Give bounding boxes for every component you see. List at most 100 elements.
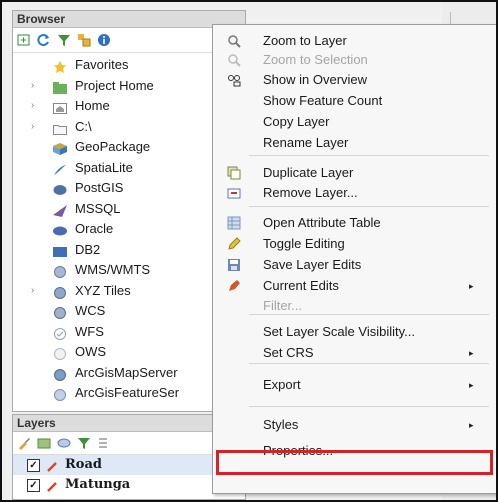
browser-item-arcgismapserver[interactable]: ArcGisMapServer	[13, 363, 245, 384]
menu-item-label: Save Layer Edits	[263, 257, 362, 272]
expand-arrow-icon[interactable]: ›	[31, 96, 34, 117]
refresh-icon[interactable]	[37, 33, 51, 47]
menu-item-open-attribute-table[interactable]: Open Attribute Table	[213, 213, 496, 233]
browser-item-wcs[interactable]: WCS	[13, 301, 245, 322]
line-layer-icon	[47, 479, 57, 492]
menu-item-set-crs[interactable]: Set CRS ▸	[213, 343, 496, 363]
layer-visibility-checkbox[interactable]: ✓	[27, 479, 40, 492]
browser-item-mssql[interactable]: MSSQL	[13, 199, 245, 220]
browser-item-oracle[interactable]: Oracle	[13, 219, 245, 240]
browser-item-xyz-tiles[interactable]: › XYZ Tiles	[13, 281, 245, 302]
menu-item-show-in-overview[interactable]: Show in Overview	[213, 70, 496, 90]
browser-item-favorites[interactable]: Favorites	[13, 55, 245, 76]
browser-item-postgis[interactable]: PostGIS	[13, 178, 245, 199]
menu-item-show-feature-count[interactable]: Show Feature Count	[213, 91, 496, 111]
menu-item-label: Filter...	[263, 298, 303, 313]
browser-item-label: WCS	[75, 303, 106, 318]
geopackage-icon	[53, 141, 67, 155]
postgis-icon	[53, 182, 67, 195]
menu-item-styles[interactable]: Styles ▸	[213, 415, 496, 435]
style-brush-icon[interactable]	[17, 436, 31, 450]
oracle-icon	[53, 223, 67, 236]
manage-map-themes-icon[interactable]	[57, 436, 71, 450]
menu-item-label: Current Edits	[263, 278, 339, 293]
browser-item-ows[interactable]: OWS	[13, 342, 245, 363]
filter-icon[interactable]	[57, 33, 71, 47]
xyz-tiles-icon	[53, 285, 67, 299]
properties-highlight-box	[216, 450, 493, 475]
menu-item-label: Export	[263, 377, 301, 392]
layer-visibility-checkbox[interactable]: ✓	[27, 459, 40, 472]
zoom-layer-icon	[227, 34, 241, 48]
browser-item-geopackage[interactable]: GeoPackage	[13, 137, 245, 158]
menu-item-label: Zoom to Selection	[263, 52, 368, 67]
browser-item-wfs[interactable]: WFS	[13, 322, 245, 343]
menu-item-set-layer-scale-visibility[interactable]: Set Layer Scale Visibility...	[213, 322, 496, 342]
menu-item-copy-layer[interactable]: Copy Layer	[213, 112, 496, 132]
add-group-icon[interactable]	[37, 436, 51, 450]
menu-item-label: Open Attribute Table	[263, 215, 381, 230]
menu-item-label: Show Feature Count	[263, 93, 383, 108]
browser-item-label: MSSQL	[75, 200, 121, 216]
expand-arrow-icon[interactable]: ›	[31, 117, 34, 138]
ows-icon	[53, 346, 67, 360]
save-icon	[227, 258, 241, 272]
menu-item-rename-layer[interactable]: Rename Layer	[213, 133, 496, 153]
menu-item-label: Set Layer Scale Visibility...	[263, 324, 415, 339]
browser-item-label: Favorites	[75, 57, 129, 72]
layer-item-label: Matunga	[65, 477, 131, 492]
browser-item-label: PostGIS	[75, 180, 124, 195]
menu-item-export[interactable]: Export ▸	[213, 375, 496, 395]
menu-item-current-edits[interactable]: Current Edits ▸	[213, 276, 496, 296]
add-selected-icon[interactable]	[17, 33, 31, 47]
arcgis-feature-icon	[53, 387, 67, 401]
layer-item-road[interactable]: ✓ Road	[13, 455, 245, 475]
menu-item-duplicate-layer[interactable]: Duplicate Layer	[213, 163, 496, 183]
menu-item-remove-layer[interactable]: Remove Layer...	[213, 183, 496, 203]
browser-item-label: OWS	[75, 344, 107, 359]
submenu-arrow-icon: ▸	[469, 281, 474, 291]
remove-icon	[227, 186, 241, 200]
menu-item-zoom-to-selection: Zoom to Selection	[213, 50, 496, 70]
expand-arrow-icon[interactable]: ›	[31, 281, 34, 302]
duplicate-icon	[227, 166, 241, 180]
browser-item-arcgisfeatureser[interactable]: ArcGisFeatureSer	[13, 383, 245, 404]
menu-item-save-layer-edits[interactable]: Save Layer Edits	[213, 255, 496, 275]
arcgis-map-icon	[53, 367, 67, 381]
browser-item-spatialite[interactable]: SpatiaLite	[13, 158, 245, 179]
layers-panel-title: Layers	[13, 415, 245, 432]
expand-arrow-icon[interactable]: ›	[31, 76, 34, 97]
filter-legend-icon[interactable]	[97, 436, 111, 450]
browser-item-home[interactable]: › Home	[13, 96, 245, 117]
layers-panel: Layers ✓ Road ✓ Matunga	[12, 414, 246, 500]
browser-item-label: Project Home	[75, 77, 154, 93]
wcs-icon	[53, 305, 67, 319]
browser-item-label: Oracle	[75, 221, 114, 236]
info-icon[interactable]	[97, 33, 111, 47]
browser-item-c[interactable]: › C:\	[13, 117, 245, 138]
edits-icon	[227, 279, 241, 293]
menu-item-label: Zoom to Layer	[263, 33, 347, 48]
menu-item-label: Remove Layer...	[263, 185, 358, 200]
table-icon	[227, 216, 241, 230]
menu-item-label: Styles	[263, 417, 299, 432]
menu-item-label: Toggle Editing	[263, 236, 345, 251]
layer-item-matunga[interactable]: ✓ Matunga	[13, 475, 245, 495]
browser-panel: Browser Favorites › Project Home › Home › C:\ G…	[12, 10, 246, 412]
browser-item-db2[interactable]: DB2	[13, 240, 245, 261]
browser-toolbar	[13, 28, 245, 53]
folder-icon	[53, 121, 67, 135]
menu-item-label: Duplicate Layer	[263, 165, 354, 180]
menu-item-toggle-editing[interactable]: Toggle Editing	[213, 234, 496, 254]
wms-icon	[53, 264, 67, 278]
browser-item-label: DB2	[75, 241, 101, 257]
layer-filter-icon[interactable]	[77, 436, 91, 450]
browser-item-project-home[interactable]: › Project Home	[13, 76, 245, 97]
menu-item-label: Set CRS	[263, 345, 314, 360]
browser-item-label: Home	[75, 98, 110, 113]
collapse-all-icon[interactable]	[77, 33, 91, 47]
star-icon	[53, 59, 67, 73]
submenu-arrow-icon: ▸	[469, 348, 474, 358]
menu-item-zoom-to-layer[interactable]: Zoom to Layer	[213, 31, 496, 51]
browser-item-wms-wmts[interactable]: WMS/WMTS	[13, 260, 245, 281]
